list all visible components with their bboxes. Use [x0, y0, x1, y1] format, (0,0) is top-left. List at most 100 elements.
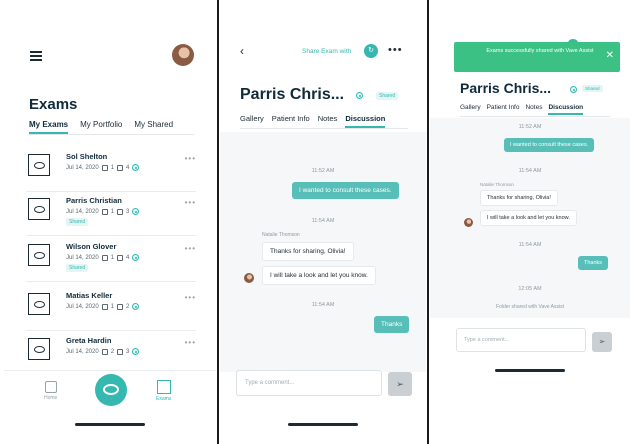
nav-exams[interactable]: Exams [156, 380, 171, 402]
more-options-icon[interactable]: ••• [185, 293, 196, 302]
sender-name: Natalie Thomson [262, 232, 300, 238]
exam-detail-tabs: Gallery Patient Info Notes Discussion [240, 114, 386, 128]
exam-meta: Jul 14, 2020 1 4 [66, 164, 140, 171]
timestamp: 12:05 AM [518, 286, 542, 292]
exam-meta: Jul 14, 2020 1 3 [66, 208, 140, 215]
new-exam-button[interactable] [95, 374, 127, 406]
notes-count: 1 [110, 254, 115, 261]
notes-count: 2 [110, 348, 115, 355]
exam-row[interactable]: Wilson Glover Jul 14, 2020 1 4 Shared ••… [26, 240, 196, 282]
tab-patient-info[interactable]: Patient Info [487, 104, 520, 115]
exam-folder-icon [28, 241, 54, 266]
notes-icon [101, 254, 108, 261]
system-note: Folder shared with Vave Assist [496, 304, 564, 310]
tab-notes[interactable]: Notes [318, 114, 338, 128]
shared-badge: Shared [582, 85, 603, 92]
tab-patient-info[interactable]: Patient Info [272, 114, 310, 128]
tab-my-exams[interactable]: My Exams [29, 120, 69, 134]
send-icon[interactable]: ➢ [592, 332, 612, 352]
more-options-icon[interactable]: ••• [388, 44, 403, 56]
more-options-icon[interactable]: ••• [185, 154, 196, 163]
home-icon [44, 381, 57, 393]
nav-home[interactable]: Home [44, 381, 57, 401]
notes-icon [101, 164, 108, 171]
images-count: 3 [126, 208, 130, 215]
images-icon [117, 303, 124, 310]
exam-folder-icon [28, 335, 54, 360]
comment-input[interactable]: Type a comment... [236, 370, 382, 396]
eye-status-icon [132, 303, 140, 310]
exam-row[interactable]: Matias Keller Jul 14, 2020 1 2 ••• [26, 289, 196, 331]
avatar [464, 218, 473, 227]
exam-date: Jul 14, 2020 [66, 303, 99, 310]
more-options-icon[interactable]: ••• [185, 198, 196, 207]
notes-icon [101, 348, 108, 355]
eye-icon [103, 384, 119, 395]
exam-name: Matias Keller [66, 291, 113, 300]
sender-name: Natalie Thomson [480, 182, 514, 187]
divider [29, 134, 194, 135]
images-count: 2 [126, 303, 130, 310]
timestamp: 11:52 AM [311, 168, 335, 174]
notes-count: 1 [110, 303, 115, 310]
tab-my-shared[interactable]: My Shared [134, 120, 173, 134]
exam-detail-tabs: Gallery Patient Info Notes Discussion [460, 104, 584, 115]
eye-status-icon [132, 208, 140, 215]
message-outgoing: I wanted to consult these cases. [292, 182, 399, 199]
exam-meta: Jul 14, 2020 1 4 [66, 254, 140, 261]
exam-meta: Jul 14, 2020 1 2 [66, 303, 140, 310]
more-options-icon[interactable]: ••• [185, 338, 196, 347]
avatar [244, 273, 254, 283]
timestamp: 11:54 AM [311, 218, 335, 224]
exam-name: Sol Shelton [66, 152, 108, 161]
exam-date: Jul 14, 2020 [66, 208, 99, 215]
exam-meta: Jul 14, 2020 2 3 [66, 348, 140, 355]
exam-row[interactable]: Sol Shelton Jul 14, 2020 1 4 ••• [26, 150, 196, 192]
close-icon[interactable]: ✕ [606, 50, 614, 61]
exam-date: Jul 14, 2020 [66, 164, 99, 171]
menu-icon[interactable] [30, 51, 42, 63]
images-icon [117, 164, 124, 171]
chat-area: 11:52 AM I wanted to consult these cases… [430, 118, 630, 318]
timestamp: 11:54 AM [518, 168, 542, 174]
tab-gallery[interactable]: Gallery [240, 114, 264, 128]
avatar[interactable] [172, 44, 194, 66]
message-incoming: Thanks for sharing, Olivia! [480, 190, 558, 206]
eye-status-icon [570, 86, 577, 93]
exam-name: Greta Hardin [66, 336, 112, 345]
exam-row[interactable]: Parris Christian Jul 14, 2020 1 3 Shared… [26, 194, 196, 236]
back-icon[interactable]: ‹ [240, 44, 244, 58]
message-incoming: Thanks for sharing, Olivia! [262, 242, 354, 261]
eye-status-icon [132, 164, 140, 171]
tab-my-portfolio[interactable]: My Portfolio [80, 120, 122, 134]
eye-status-icon [132, 348, 140, 355]
images-count: 4 [126, 164, 130, 171]
message-outgoing: I wanted to consult these cases. [504, 138, 595, 152]
images-icon [117, 208, 124, 215]
exam-tabs: My Exams My Portfolio My Shared [29, 120, 173, 134]
notes-count: 1 [110, 208, 115, 215]
more-options-icon[interactable]: ••• [185, 244, 196, 253]
patient-name: Parris Chris... [460, 80, 552, 96]
send-icon[interactable]: ➢ [388, 372, 412, 396]
exam-folder-icon [28, 151, 54, 176]
tab-gallery[interactable]: Gallery [460, 104, 481, 115]
home-indicator [495, 369, 565, 372]
shared-badge: Shared [66, 218, 89, 226]
share-exam-label[interactable]: Share Exam with [302, 48, 351, 55]
share-icon[interactable]: ↻ [364, 44, 378, 58]
divider [240, 128, 408, 129]
tab-discussion[interactable]: Discussion [345, 114, 386, 128]
tab-notes[interactable]: Notes [525, 104, 542, 115]
toast-message: Exams successfully shared with Vave Assi… [486, 48, 594, 54]
divider [217, 0, 219, 444]
exam-folder-icon [28, 195, 54, 220]
patient-name: Parris Chris... [240, 86, 345, 103]
notes-count: 1 [110, 164, 115, 171]
exam-date: Jul 14, 2020 [66, 348, 99, 355]
timestamp: 11:54 AM [311, 302, 335, 308]
exam-folder-icon [28, 290, 54, 315]
exam-name: Wilson Glover [66, 242, 117, 251]
tab-discussion[interactable]: Discussion [548, 104, 584, 115]
comment-input[interactable]: Type a comment... [456, 328, 586, 352]
